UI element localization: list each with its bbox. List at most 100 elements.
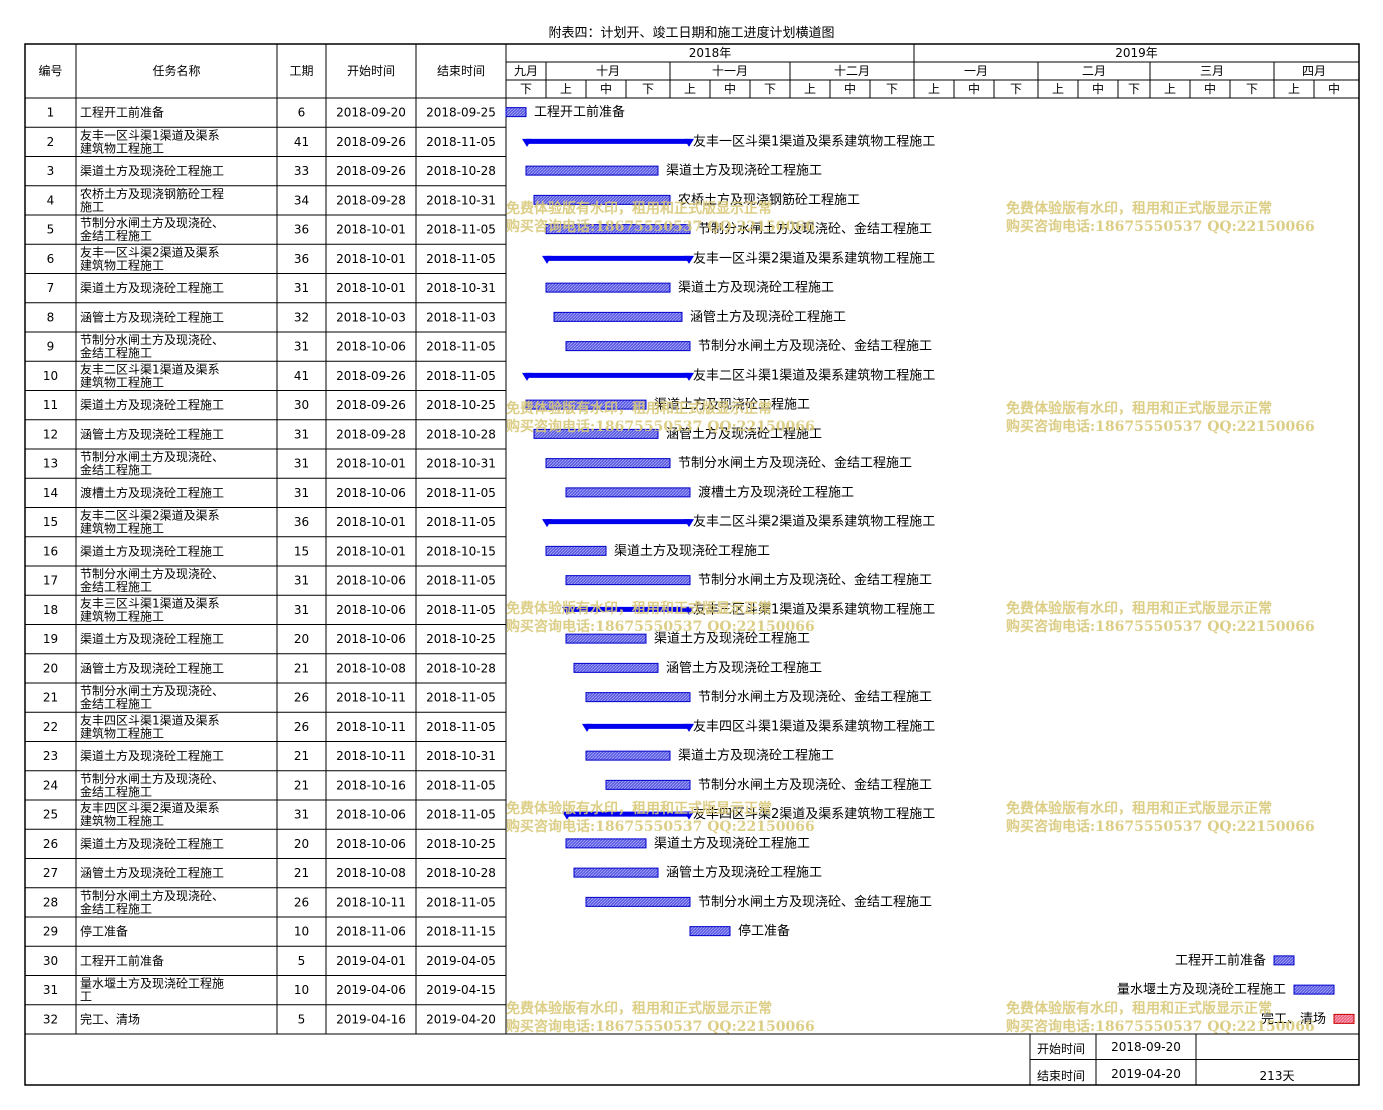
task-id: 4 xyxy=(47,193,55,207)
summary-bar xyxy=(546,519,690,525)
task-bar xyxy=(573,867,659,878)
task-bar xyxy=(565,575,691,586)
bar-label: 渠道土方及现浇砼工程施工 xyxy=(678,280,834,296)
watermark-line1: 免费体验版有水印，租用和正式版显示正常 xyxy=(1006,401,1272,417)
period-label: 中 xyxy=(1092,81,1104,96)
bar-label: 节制分水闸土方及现浇砼、金结工程施工 xyxy=(698,338,932,354)
task-id: 14 xyxy=(43,486,58,500)
task-end: 2019-04-05 xyxy=(426,954,496,968)
task-name: 渠道土方及现浇砼工程施工 xyxy=(80,543,224,558)
task-end: 2018-11-05 xyxy=(426,574,496,588)
task-name: 友丰四区斗渠2渠道及渠系 xyxy=(80,801,220,815)
task-name: 工程开工前准备 xyxy=(80,953,164,968)
task-name: 渠道土方及现浇砼工程施工 xyxy=(80,163,224,178)
task-start: 2018-09-28 xyxy=(336,193,406,207)
task-duration: 36 xyxy=(294,252,309,266)
year-label: 2018年 xyxy=(689,46,732,60)
task-name: 建筑物工程施工 xyxy=(80,813,164,828)
task-id: 29 xyxy=(43,925,58,939)
task-start: 2018-10-11 xyxy=(336,895,406,909)
watermark-line2: 购买咨询电话:18675550537 QQ:22150066 xyxy=(506,1019,815,1035)
task-name: 涵管土方及现浇砼工程施工 xyxy=(80,865,224,880)
task-duration: 26 xyxy=(294,895,309,909)
task-duration: 20 xyxy=(294,632,309,646)
watermark-line1: 免费体验版有水印，租用和正式版显示正常 xyxy=(506,401,772,417)
task-id: 10 xyxy=(43,369,58,383)
task-name: 节制分水闸土方及现浇砼、 xyxy=(80,449,224,464)
watermark: 免费体验版有水印，租用和正式版显示正常 购买咨询电话:18675550537 QQ… xyxy=(1006,400,1315,436)
bar-label: 友丰四区斗渠1渠道及渠系建筑物工程施工 xyxy=(693,718,935,734)
task-name: 建筑物工程施工 xyxy=(80,140,164,155)
watermark: 免费体验版有水印，租用和正式版显示正常 购买咨询电话:18675550537 QQ… xyxy=(506,1000,815,1036)
period-label: 上 xyxy=(804,82,816,96)
bar-label: 节制分水闸土方及现浇砼、金结工程施工 xyxy=(698,572,932,588)
task-start: 2018-09-26 xyxy=(336,398,406,412)
task-duration: 21 xyxy=(294,866,309,880)
task-name: 涵管土方及现浇砼工程施工 xyxy=(80,660,224,675)
bar-label: 涵管土方及现浇砼工程施工 xyxy=(666,660,822,676)
summary-start-label: 开始时间 xyxy=(1036,1042,1085,1056)
task-bar xyxy=(1293,984,1335,995)
period-label: 上 xyxy=(1288,82,1300,96)
task-duration: 31 xyxy=(294,427,309,441)
task-name: 金结工程施工 xyxy=(80,462,152,477)
task-start: 2018-10-06 xyxy=(336,808,406,822)
period-label: 上 xyxy=(560,82,572,96)
task-end: 2018-11-05 xyxy=(426,720,496,734)
task-id: 5 xyxy=(47,223,55,237)
task-duration: 26 xyxy=(294,720,309,734)
watermark: 免费体验版有水印，租用和正式版显示正常 购买咨询电话:18675550537 QQ… xyxy=(1006,1000,1315,1036)
task-end: 2018-11-05 xyxy=(426,808,496,822)
summary-bar xyxy=(526,138,690,144)
bar-label: 友丰一区斗渠1渠道及渠系建筑物工程施工 xyxy=(693,133,935,149)
task-name: 友丰二区斗渠2渠道及渠系 xyxy=(80,509,220,523)
bar-label: 友丰一区斗渠2渠道及渠系建筑物工程施工 xyxy=(693,250,935,266)
task-bar xyxy=(565,341,691,352)
month-label: 三月 xyxy=(1200,64,1224,78)
task-name: 渡槽土方及现浇砼工程施工 xyxy=(80,485,224,500)
task-start: 2018-10-11 xyxy=(336,720,406,734)
task-bar xyxy=(585,896,691,907)
task-start: 2018-10-16 xyxy=(336,778,406,792)
task-id: 27 xyxy=(43,866,58,880)
task-id: 17 xyxy=(43,574,58,588)
task-id: 2 xyxy=(47,135,55,149)
month-label: 十二月 xyxy=(834,64,870,78)
task-name: 金结工程施工 xyxy=(80,345,152,360)
task-id: 9 xyxy=(47,340,55,354)
task-duration: 31 xyxy=(294,281,309,295)
bar-label: 渠道土方及现浇砼工程施工 xyxy=(678,748,834,764)
watermark-line2: 购买咨询电话:18675550537 QQ:22150066 xyxy=(506,819,815,835)
task-duration: 36 xyxy=(294,223,309,237)
year-label: 2019年 xyxy=(1115,46,1158,60)
task-name: 渠道土方及现浇砼工程施工 xyxy=(80,280,224,295)
task-start: 2018-09-20 xyxy=(336,106,406,120)
column-header: 结束时间 xyxy=(437,64,485,78)
task-id: 16 xyxy=(43,544,58,558)
task-name: 施工 xyxy=(80,200,104,214)
task-name: 友丰一区斗渠1渠道及渠系 xyxy=(80,128,220,142)
task-name: 渠道土方及现浇砼工程施工 xyxy=(80,631,224,646)
task-id: 18 xyxy=(43,603,58,617)
watermark-line2: 购买咨询电话:18675550537 QQ:22150066 xyxy=(506,619,815,635)
task-end: 2018-11-05 xyxy=(426,895,496,909)
task-duration: 33 xyxy=(294,164,309,178)
summary-end-label: 结束时间 xyxy=(1036,1069,1085,1083)
bar-label: 渡槽土方及现浇砼工程施工 xyxy=(698,484,854,500)
period-label: 中 xyxy=(600,81,612,96)
summary-bar xyxy=(526,372,690,378)
task-name: 友丰四区斗渠1渠道及渠系 xyxy=(80,713,220,727)
watermark: 免费体验版有水印，租用和正式版显示正常 购买咨询电话:18675550537 QQ… xyxy=(506,200,815,236)
period-label: 下 xyxy=(642,82,654,96)
task-duration: 31 xyxy=(294,486,309,500)
task-name: 停工准备 xyxy=(80,924,128,939)
task-end: 2018-10-28 xyxy=(426,164,496,178)
task-end: 2018-10-31 xyxy=(426,749,496,763)
task-duration: 30 xyxy=(294,398,309,412)
task-duration: 36 xyxy=(294,515,309,529)
task-duration: 6 xyxy=(298,106,306,120)
task-end: 2018-11-05 xyxy=(426,515,496,529)
task-duration: 21 xyxy=(294,661,309,675)
task-id: 11 xyxy=(43,398,58,412)
task-bar xyxy=(553,311,683,322)
